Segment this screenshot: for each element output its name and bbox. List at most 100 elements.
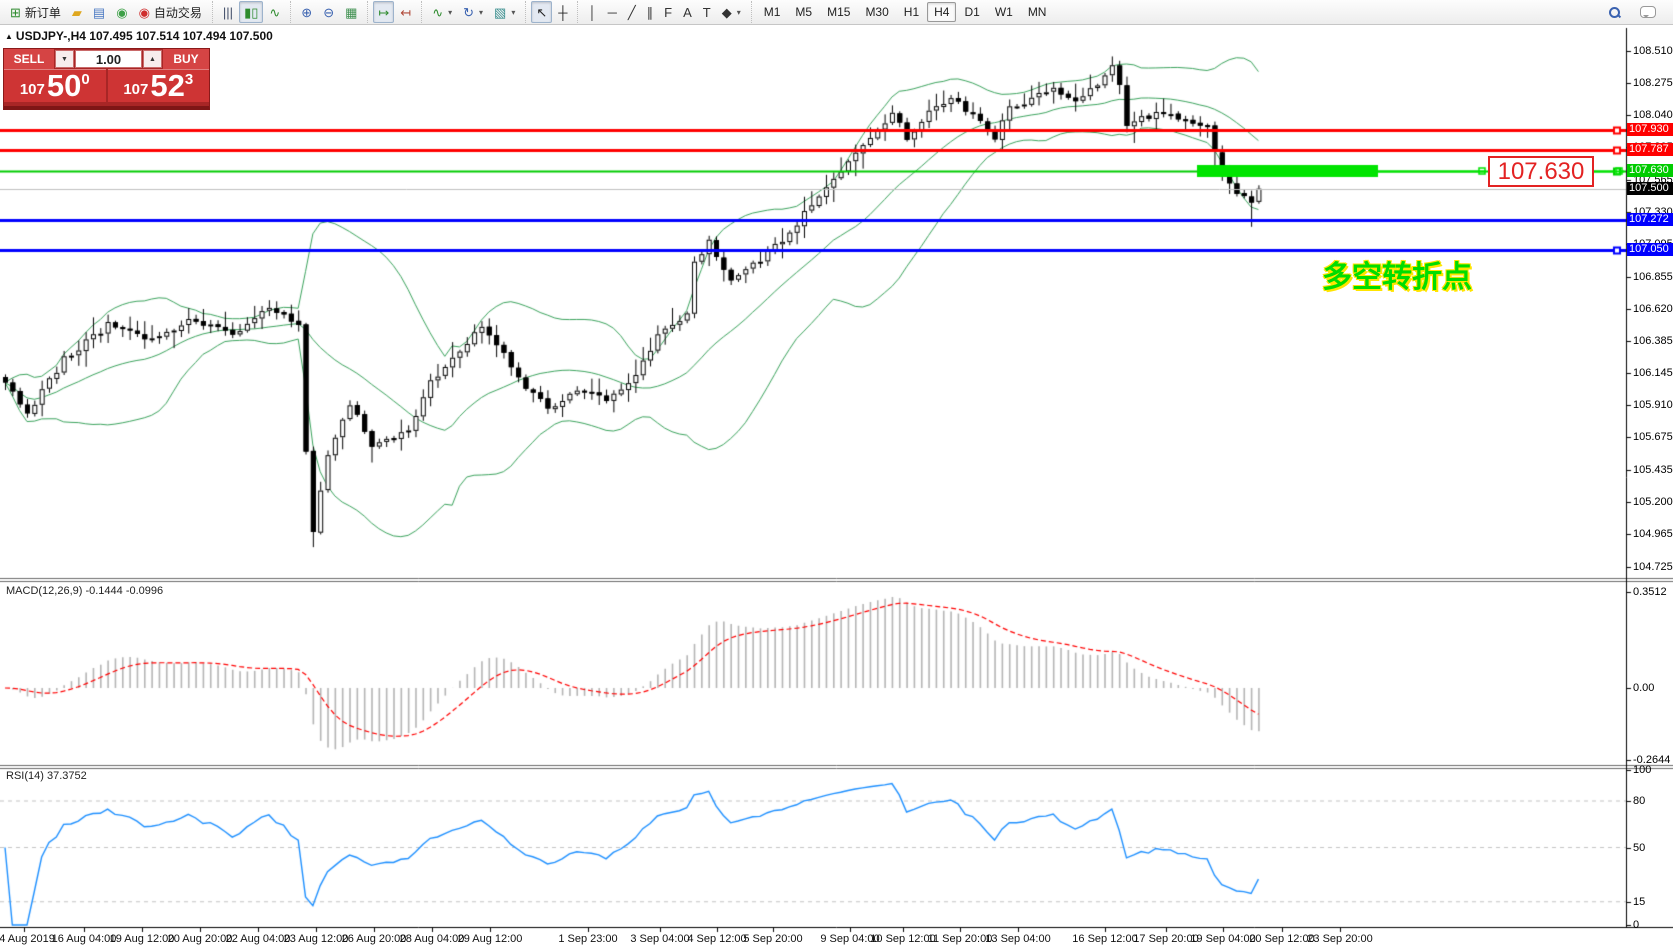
price-level-badge: 107.500 <box>1627 182 1673 195</box>
crayon-icon-icon: ▰ <box>72 6 82 19</box>
time-axis-label: 20 Aug 20:00 <box>168 933 233 945</box>
open-chart-icon[interactable]: ▤ <box>88 1 110 23</box>
rsi-indicator-label: RSI(14) 37.3752 <box>6 770 87 782</box>
buy-price[interactable]: 107 52 3 <box>108 69 210 102</box>
chart-canvas[interactable] <box>0 0 1673 949</box>
tf-h4[interactable]: H4 <box>927 2 956 22</box>
volume-decrease-button[interactable]: ▼ <box>55 50 74 68</box>
tf-w1-label: W1 <box>995 5 1013 19</box>
sell-big-figure: 107 <box>20 79 45 101</box>
candlestick-button[interactable]: ▮▯ <box>239 1 263 23</box>
price-tick-label: 108.275 <box>1633 77 1673 89</box>
macd-tick-label: 0.00 <box>1633 682 1654 694</box>
chinese-annotation[interactable]: 多空转折点 <box>1322 252 1472 296</box>
channel-button[interactable]: ∥ <box>642 1 659 23</box>
tf-m30[interactable]: M30 <box>858 2 895 22</box>
zoom-out-button[interactable]: ⊖ <box>318 1 339 23</box>
collapse-panel-icon[interactable]: ▲ <box>5 32 13 41</box>
new-order-icon: ⊞ <box>10 6 21 19</box>
periods-icon: ↻ <box>463 6 474 19</box>
price-callout-box[interactable]: 107.630 <box>1488 156 1594 187</box>
chart-title-text: USDJPY-,H4 107.495 107.514 107.494 107.5… <box>16 29 273 43</box>
time-axis-label: 3 Sep 04:00 <box>630 933 689 945</box>
tf-m1[interactable]: M1 <box>757 2 788 22</box>
zoom-in-button[interactable]: ⊕ <box>296 1 317 23</box>
tf-d1-label: D1 <box>964 5 979 19</box>
volume-increase-button[interactable]: ▲ <box>143 50 162 68</box>
tf-mn[interactable]: MN <box>1021 2 1054 22</box>
signals-icon[interactable]: ◉ <box>111 1 132 23</box>
chat-button[interactable] <box>1635 1 1661 23</box>
auto-scroll-button[interactable]: ↦ <box>373 1 394 23</box>
autotrading-button[interactable]: ◉ 自动交易 <box>134 1 207 23</box>
time-axis-label: 23 Sep 20:00 <box>1307 933 1372 945</box>
text-label-button[interactable]: T <box>698 1 716 23</box>
autotrading-button-label: 自动交易 <box>154 4 202 21</box>
crosshair-button[interactable]: ┼ <box>553 1 572 23</box>
vertical-line-button[interactable]: │ <box>583 1 601 23</box>
one-click-trade-panel: SELL ▼ ▲ BUY 107 50 0 107 52 3 <box>3 48 210 110</box>
autotrading-icon: ◉ <box>139 6 150 19</box>
price-level-badge: 107.630 <box>1627 164 1673 177</box>
sell-price[interactable]: 107 50 0 <box>4 69 106 102</box>
sell-button[interactable]: SELL <box>4 49 54 69</box>
zoom-out-icon: ⊖ <box>323 6 334 19</box>
fibonacci-button[interactable]: F <box>659 1 677 23</box>
trendline-button[interactable]: ╱ <box>623 1 641 23</box>
zoom-in-icon: ⊕ <box>301 6 312 19</box>
new-order-button-label: 新订单 <box>25 4 61 21</box>
text-button[interactable]: A <box>678 1 697 23</box>
bar-chart-icon: ||| <box>223 6 233 19</box>
sell-point: 0 <box>81 71 89 88</box>
periods-button[interactable]: ↻▾ <box>458 1 488 23</box>
time-axis-label: 22 Aug 04:00 <box>226 933 291 945</box>
time-axis-label: 13 Sep 04:00 <box>985 933 1050 945</box>
time-axis-label: 29 Aug 12:00 <box>458 933 523 945</box>
chart-shift-button[interactable]: ↤ <box>395 1 416 23</box>
volume-field-wrap <box>75 50 142 68</box>
tf-d1[interactable]: D1 <box>957 2 986 22</box>
price-tick-label: 108.040 <box>1633 109 1673 121</box>
time-axis-label: 19 Aug 12:00 <box>110 933 175 945</box>
tf-w1[interactable]: W1 <box>988 2 1020 22</box>
time-axis-label: 17 Sep 20:00 <box>1133 933 1198 945</box>
volume-input[interactable] <box>77 51 141 68</box>
buy-button[interactable]: BUY <box>163 49 209 69</box>
templates-button[interactable]: ▧▾ <box>489 1 520 23</box>
rsi-tick-label: 50 <box>1633 842 1645 854</box>
price-tick-label: 106.385 <box>1633 335 1673 347</box>
time-axis-label: 20 Sep 12:00 <box>1249 933 1314 945</box>
time-axis-label: 14 Aug 2019 <box>0 933 55 945</box>
chart-shift-icon: ↤ <box>400 6 411 19</box>
chart-title[interactable]: ▲USDJPY-,H4 107.495 107.514 107.494 107.… <box>5 29 273 43</box>
price-level-badge: 107.272 <box>1627 213 1673 226</box>
dropdown-caret-icon: ▾ <box>448 8 452 17</box>
horizontal-line-button[interactable]: ─ <box>603 1 622 23</box>
sell-pips: 50 <box>47 71 81 101</box>
price-tick-label: 104.725 <box>1633 561 1673 573</box>
price-tick-label: 105.200 <box>1633 496 1673 508</box>
text-label-icon: T <box>703 6 711 19</box>
tile-windows-button[interactable]: ▦ <box>340 1 362 23</box>
arrows-button[interactable]: ◆▾ <box>717 1 746 23</box>
crosshair-icon: ┼ <box>558 6 567 19</box>
line-chart-button[interactable]: ∿ <box>264 1 285 23</box>
price-tick-label: 106.620 <box>1633 303 1673 315</box>
crayon-icon[interactable]: ▰ <box>67 1 87 23</box>
price-axis[interactable] <box>1626 28 1673 927</box>
tf-m5[interactable]: M5 <box>788 2 819 22</box>
price-tick-label: 105.910 <box>1633 399 1673 411</box>
text-icon: A <box>683 6 692 19</box>
dropdown-caret-icon: ▾ <box>479 8 483 17</box>
bar-chart-button[interactable]: ||| <box>218 1 238 23</box>
tf-m15[interactable]: M15 <box>820 2 857 22</box>
templates-icon: ▧ <box>494 6 506 19</box>
new-order-button[interactable]: ⊞ 新订单 <box>5 1 66 23</box>
search-button[interactable] <box>1604 1 1625 23</box>
open-chart-icon-icon: ▤ <box>93 6 105 19</box>
indicators-button[interactable]: ∿▾ <box>427 1 457 23</box>
arrows-icon: ◆ <box>722 6 732 19</box>
tf-h1[interactable]: H1 <box>897 2 926 22</box>
macd-tick-label: 0.3512 <box>1633 586 1667 598</box>
cursor-button[interactable]: ↖ <box>531 1 552 23</box>
